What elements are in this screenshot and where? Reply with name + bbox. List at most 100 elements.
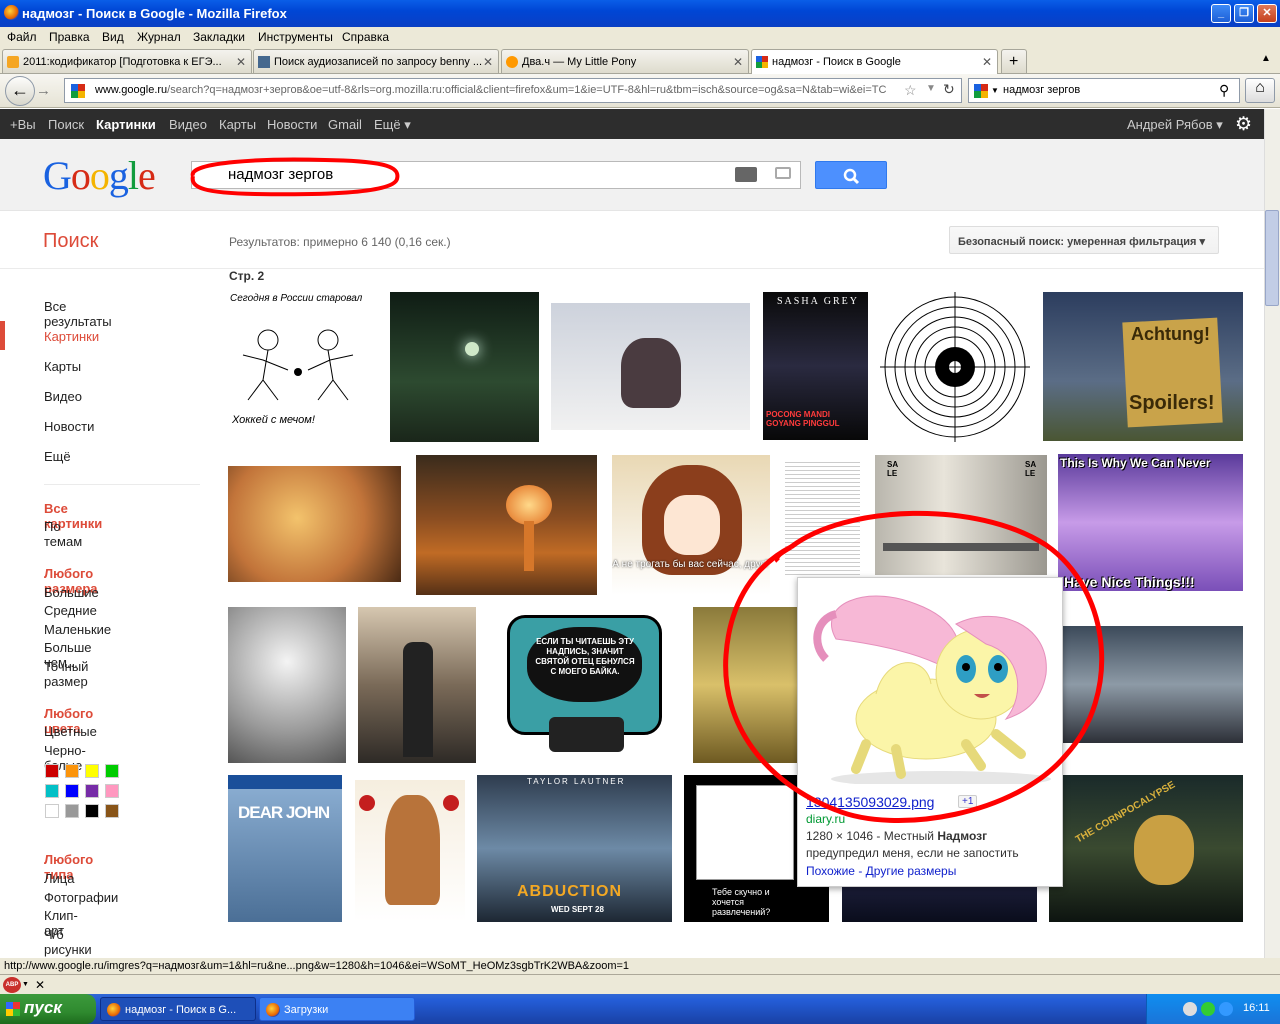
color-swatch-blue[interactable]	[65, 784, 79, 798]
color-swatch-white[interactable]	[45, 804, 59, 818]
restore-button[interactable]: ❐	[1234, 4, 1254, 23]
image-thumb-snow-bear[interactable]	[551, 303, 750, 430]
image-thumb-carved-pumpkins[interactable]	[228, 466, 401, 582]
new-tab-button[interactable]: +	[1001, 49, 1027, 73]
image-thumb-sasha-grey[interactable]: SASHA GREY POCONG MANDI GOYANG PINGGUL	[763, 292, 868, 440]
color-swatch-red[interactable]	[45, 764, 59, 778]
color-swatch-yellow[interactable]	[85, 764, 99, 778]
tab-dvach[interactable]: Два.ч — My Little Pony ✕	[501, 49, 749, 73]
image-thumb-abduction[interactable]: TAYLOR LAUTNER ABDUCTION WED SEPT 28	[477, 775, 672, 922]
back-button[interactable]: ←	[5, 76, 35, 106]
filter-color-full[interactable]: Цветные	[44, 724, 97, 739]
image-thumb-achtung-spoilers[interactable]: Achtung! Spoilers!	[1043, 292, 1243, 441]
taskbar-item-downloads[interactable]: Загрузки	[259, 997, 415, 1021]
bookmark-star-icon[interactable]: ☆	[904, 82, 917, 99]
home-icon[interactable]: ⌂	[1245, 78, 1275, 103]
site-identity-icon[interactable]	[71, 84, 85, 98]
filter-type-faces[interactable]: Лица	[44, 871, 74, 886]
image-thumb-target[interactable]	[880, 292, 1030, 442]
gbar-more[interactable]: Ещё ▾	[374, 117, 411, 133]
filter-size-medium[interactable]: Средние	[44, 603, 97, 618]
color-swatch-pink[interactable]	[105, 784, 119, 798]
filter-type-lineart[interactable]: Ч/б рисунки	[44, 927, 92, 957]
firefox-search-bar[interactable]: ▼ надмозг зергов ⚲	[968, 78, 1240, 103]
gear-icon[interactable]: ⚙	[1235, 113, 1252, 136]
menu-edit[interactable]: Правка	[49, 30, 90, 44]
menu-tools[interactable]: Инструменты	[258, 30, 333, 44]
image-thumb-dark-forest[interactable]	[390, 292, 539, 442]
tray-icon[interactable]	[1201, 1002, 1215, 1016]
gbar-plus-you[interactable]: +Вы	[10, 117, 36, 132]
image-thumb-dear-john[interactable]: DEAR JOHN	[228, 775, 342, 922]
tab-close-icon[interactable]: ✕	[236, 55, 246, 69]
sidebar-item-maps[interactable]: Карты	[44, 359, 81, 374]
image-thumb-holo-anime[interactable]	[355, 780, 465, 922]
menu-help[interactable]: Справка	[342, 30, 389, 44]
color-swatch-teal[interactable]	[45, 784, 59, 798]
search-engine-icon[interactable]	[974, 84, 988, 98]
filter-size-small[interactable]: Маленькие	[44, 622, 111, 637]
tab-close-icon[interactable]: ✕	[982, 55, 992, 69]
keyboard-icon[interactable]	[735, 167, 757, 182]
image-thumb-hockey[interactable]: Сегодня в России старовал Хоккей с мечом…	[228, 292, 378, 432]
filter-size-large[interactable]: Большие	[44, 585, 99, 600]
filter-by-theme[interactable]: По темам	[44, 519, 82, 549]
gbar-news[interactable]: Новости	[267, 117, 317, 132]
google-logo[interactable]: Google	[43, 152, 156, 199]
gbar-search[interactable]: Поиск	[48, 117, 84, 132]
gbar-user[interactable]: Андрей Рябов ▾	[1127, 117, 1223, 133]
tab-close-icon[interactable]: ✕	[733, 55, 743, 69]
sidebar-item-images[interactable]: Картинки	[44, 329, 99, 344]
tray-icon[interactable]	[1219, 1002, 1233, 1016]
tab-audio-search[interactable]: Поиск аудиозаписей по запросу benny ... …	[253, 49, 499, 73]
sidebar-item-more[interactable]: Ещё	[44, 449, 71, 464]
menu-bookmarks[interactable]: Закладки	[193, 30, 245, 44]
clock[interactable]: 16:11	[1243, 1002, 1270, 1014]
tab-scroll-up-icon[interactable]: ▲	[1261, 53, 1271, 64]
url-dropdown-icon[interactable]: ▼	[926, 83, 936, 94]
minimize-button[interactable]: _	[1211, 4, 1231, 23]
taskbar-item-firefox[interactable]: надмозг - Поиск в G...	[100, 997, 256, 1021]
start-button[interactable]: пуск	[0, 994, 96, 1024]
search-icon[interactable]: ⚲	[1219, 82, 1229, 99]
gbar-maps[interactable]: Карты	[219, 117, 256, 132]
sidebar-item-all[interactable]: Все результаты	[44, 299, 112, 329]
image-thumb-nuclear-explosion[interactable]	[416, 455, 597, 595]
safesearch-dropdown[interactable]: Безопасный поиск: умеренная фильтрация ▾	[949, 226, 1219, 254]
color-swatch-black[interactable]	[85, 804, 99, 818]
gbar-images[interactable]: Картинки	[96, 117, 156, 132]
menu-history[interactable]: Журнал	[137, 30, 181, 44]
adblock-icon[interactable]: ABP	[3, 977, 21, 993]
url-bar[interactable]: www.google.ru/search?q=надмозг+зергов&oe…	[64, 78, 962, 103]
image-thumb-dark-bottom[interactable]	[842, 885, 1037, 922]
color-swatch-purple[interactable]	[85, 784, 99, 798]
similar-link[interactable]: Похожие	[806, 864, 855, 878]
chevron-down-icon[interactable]: ▼	[22, 981, 29, 988]
filter-type-photo[interactable]: Фотографии	[44, 890, 118, 905]
color-swatch-gray[interactable]	[65, 804, 79, 818]
close-icon[interactable]: ✕	[35, 978, 45, 992]
sidebar-item-video[interactable]: Видео	[44, 389, 82, 404]
tray-icon[interactable]	[1183, 1002, 1197, 1016]
close-window-button[interactable]: ✕	[1257, 4, 1277, 23]
reload-icon[interactable]: ↻	[943, 81, 955, 98]
search-button[interactable]	[815, 161, 887, 189]
forward-button[interactable]: →	[36, 82, 51, 99]
sidebar-item-news[interactable]: Новости	[44, 419, 94, 434]
menu-file[interactable]: Файл	[7, 30, 37, 44]
tab-kodifikator[interactable]: 2011:кодификатор [Подготовка к ЕГЭ... ✕	[2, 49, 252, 73]
chevron-down-icon[interactable]: ▼	[991, 86, 999, 95]
image-thumb-woman-church[interactable]	[358, 607, 476, 763]
color-swatch-brown[interactable]	[105, 804, 119, 818]
filter-size-exact[interactable]: Точный размер	[44, 659, 88, 689]
menu-view[interactable]: Вид	[102, 30, 124, 44]
color-swatch-green[interactable]	[105, 764, 119, 778]
tab-close-icon[interactable]: ✕	[483, 55, 493, 69]
gbar-video[interactable]: Видео	[169, 117, 207, 132]
camera-icon[interactable]	[775, 167, 791, 179]
gbar-gmail[interactable]: Gmail	[328, 117, 362, 132]
image-thumb-caesar-bust[interactable]	[228, 607, 346, 763]
color-swatch-orange[interactable]	[65, 764, 79, 778]
other-sizes-link[interactable]: Другие размеры	[866, 864, 957, 878]
tab-google-active[interactable]: надмозг - Поиск в Google ✕	[751, 49, 998, 74]
